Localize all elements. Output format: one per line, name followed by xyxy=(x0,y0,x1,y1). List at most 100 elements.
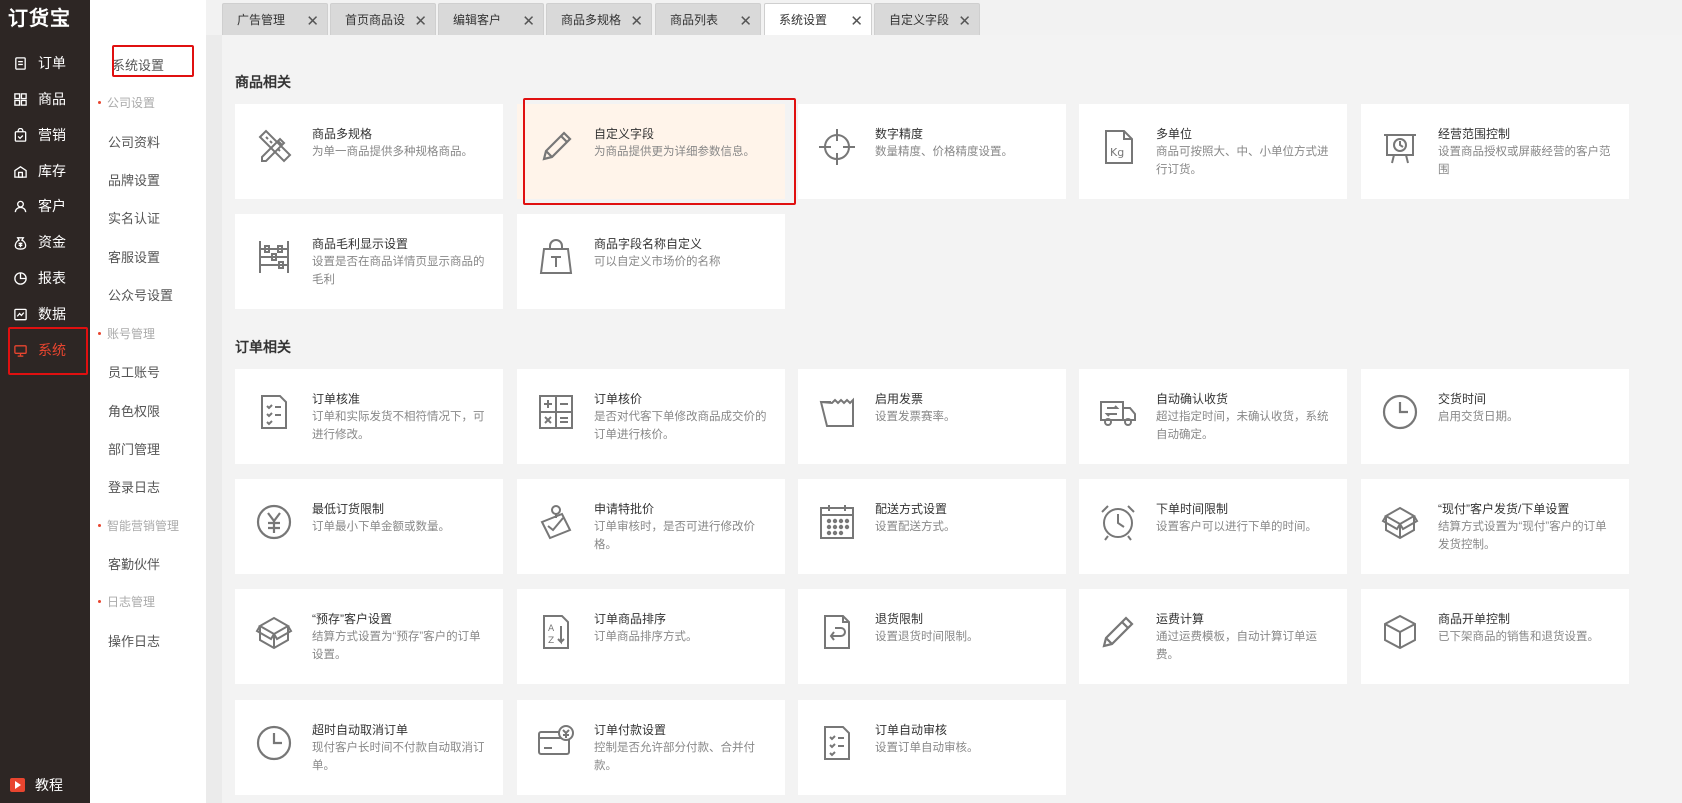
tab-goods-list[interactable]: 商品列表 ✕ xyxy=(655,3,761,35)
submenu-item-official-account[interactable]: 公众号设置 xyxy=(108,285,173,304)
nav-item-label: 订单 xyxy=(38,55,66,71)
submenu-item-operation-log[interactable]: 操作日志 xyxy=(108,631,160,650)
kg-file-icon: Kg xyxy=(1097,126,1139,168)
section-title-goods: 商品相关 xyxy=(235,74,291,90)
card-payment-settings[interactable]: 订单付款设置 控制是否允许部分付款、合并付款。 xyxy=(517,700,785,795)
card-multi-spec[interactable]: 商品多规格 为单一商品提供多种规格商品。 xyxy=(235,104,503,199)
card-delivery-method[interactable]: 配送方式设置 设置配送方式。 xyxy=(798,479,1066,574)
card-title: 退货限制 xyxy=(875,612,924,626)
app-root: 订货宝 订单 商品 营销 库存 客户 资金 报表 数据 系统 教程 系统设置 公… xyxy=(0,0,1682,803)
card-title: 启用发票 xyxy=(875,392,924,406)
card-order-approve[interactable]: 订单核准 订单和实际发货不相符情况下，可进行修改。 xyxy=(235,369,503,464)
close-icon[interactable]: ✕ xyxy=(630,12,643,30)
card-desc: 订单和实际发货不相符情况下，可进行修改。 xyxy=(312,411,485,441)
submenu-item-real-name[interactable]: 实名认证 xyxy=(108,208,160,227)
card-title: 订单付款设置 xyxy=(594,723,667,737)
card-cash-customer[interactable]: “现付”客户发货/下单设置 结算方式设置为“现付”客户的订单发货控制。 xyxy=(1361,479,1629,574)
card-goods-order-control[interactable]: 商品开单控制 已下架商品的销售和退货设置。 xyxy=(1361,589,1629,684)
card-desc: 可以自定义市场价的名称 xyxy=(594,256,721,268)
card-multi-unit[interactable]: Kg 多单位 商品可按照大、中、小单位方式进行订货。 xyxy=(1079,104,1347,199)
card-auto-review[interactable]: 订单自动审核 设置订单自动审核。 xyxy=(798,700,1066,795)
card-desc: 为商品提供更为详细参数信息。 xyxy=(594,146,755,158)
close-icon[interactable]: ✕ xyxy=(739,12,752,30)
nav-item-label: 客户 xyxy=(38,198,66,214)
tab-bar: 广告管理 ✕ 首页商品设置 ✕ 编辑客户 ✕ 商品多规格 ✕ 商品列表 ✕ 系统设置 ✕ 自… xyxy=(206,0,1682,35)
card-timeout-cancel[interactable]: 超时自动取消订单 现付客户长时间不付款自动取消订单。 xyxy=(235,700,503,795)
nav-item-label: 商品 xyxy=(38,91,66,107)
nav-item-label: 教程 xyxy=(35,777,63,793)
tab-home-goods[interactable]: 首页商品设置 ✕ xyxy=(330,3,436,35)
nav-item-label: 系统 xyxy=(38,342,66,358)
card-desc: 已下架商品的销售和退货设置。 xyxy=(1438,631,1599,643)
nav-item-order[interactable]: 订单 xyxy=(0,44,90,82)
clock-icon xyxy=(253,722,295,764)
card-desc: 订单商品排序方式。 xyxy=(594,631,698,643)
card-desc: 设置订单自动审核。 xyxy=(875,742,979,754)
svg-text:Z: Z xyxy=(548,636,554,646)
submenu-item-departments[interactable]: 部门管理 xyxy=(108,439,160,458)
submenu-item-staff[interactable]: 员工账号 xyxy=(108,362,160,381)
tab-ad-management[interactable]: 广告管理 ✕ xyxy=(222,3,328,35)
card-freight-calc[interactable]: 运费计算 通过运费模板，自动计算订单运费。 xyxy=(1079,589,1347,684)
nav-item-report[interactable]: 报表 xyxy=(0,259,90,297)
card-delivery-time[interactable]: 交货时间 启用交货日期。 xyxy=(1361,369,1629,464)
box-open-icon xyxy=(1379,501,1421,543)
submenu-group-title: 智能营销管理 xyxy=(98,517,179,534)
nav-item-funds[interactable]: 资金 xyxy=(0,223,90,261)
card-title: “预存”客户设置 xyxy=(312,612,392,626)
card-title: 超时自动取消订单 xyxy=(312,723,409,737)
card-invoice[interactable]: 启用发票 设置发票赛率。 xyxy=(798,369,1066,464)
brand-logo[interactable]: 订货宝 xyxy=(8,2,71,31)
cube-icon xyxy=(1379,611,1421,653)
card-auto-confirm[interactable]: 自动确认收货 超过指定时间，未确认收货，系统自动确定。 xyxy=(1079,369,1347,464)
nav-item-inventory[interactable]: 库存 xyxy=(0,152,90,190)
card-number-precision[interactable]: 数字精度 数量精度、价格精度设置。 xyxy=(798,104,1066,199)
checklist-file-icon xyxy=(253,391,295,433)
submenu-item-login-log[interactable]: 登录日志 xyxy=(108,477,160,496)
tab-system-settings[interactable]: 系统设置 ✕ xyxy=(764,3,872,35)
nav-item-marketing[interactable]: 营销 xyxy=(0,116,90,154)
tab-multi-spec[interactable]: 商品多规格 ✕ xyxy=(546,3,652,35)
card-order-time-limit[interactable]: 下单时间限制 设置客户可以进行下单的时间。 xyxy=(1079,479,1347,574)
card-field-name-custom[interactable]: 商品字段名称自定义 可以自定义市场价的名称 xyxy=(517,214,785,309)
card-title: 经营范围控制 xyxy=(1438,127,1511,141)
submenu-item-company-info[interactable]: 公司资料 xyxy=(108,132,160,151)
nav-item-label: 数据 xyxy=(38,306,66,322)
calendar-icon xyxy=(816,501,858,543)
card-custom-fields[interactable]: 自定义字段 为商品提供更为详细参数信息。 xyxy=(517,104,785,199)
close-icon[interactable]: ✕ xyxy=(850,12,863,30)
submenu-item-roles[interactable]: 角色权限 xyxy=(108,401,160,420)
nav-item-customer[interactable]: 客户 xyxy=(0,187,90,225)
card-title: 交货时间 xyxy=(1438,392,1487,406)
truck-icon xyxy=(1097,391,1139,433)
close-icon[interactable]: ✕ xyxy=(522,12,535,30)
card-order-pricing[interactable]: 订单核价 是否对代客下单修改商品成交价的订单进行核价。 xyxy=(517,369,785,464)
tab-edit-customer[interactable]: 编辑客户 ✕ xyxy=(438,3,544,35)
nav-item-goods[interactable]: 商品 xyxy=(0,80,90,118)
tab-custom-fields[interactable]: 自定义字段 ✕ xyxy=(874,3,980,35)
card-order-goods-sort[interactable]: AZ 订单商品排序 订单商品排序方式。 xyxy=(517,589,785,684)
card-desc: 订单审核时，是否可进行修改价格。 xyxy=(594,521,755,551)
submenu-item-customer-service[interactable]: 客服设置 xyxy=(108,247,160,266)
card-prepaid-customer[interactable]: “预存”客户设置 结算方式设置为“预存”客户的订单设置。 xyxy=(235,589,503,684)
card-title: 商品字段名称自定义 xyxy=(594,237,703,251)
close-icon[interactable]: ✕ xyxy=(414,12,427,30)
card-desc: 结算方式设置为“现付”客户的订单发货控制。 xyxy=(1438,521,1607,551)
card-title: “现付”客户发货/下单设置 xyxy=(1438,502,1570,516)
tab-label: 商品多规格 xyxy=(561,13,621,27)
submenu-item-partners[interactable]: 客勤伙伴 xyxy=(108,554,160,573)
nav-item-tutorial[interactable]: 教程 xyxy=(0,774,90,796)
nav-item-system[interactable]: 系统 xyxy=(0,327,90,375)
card-business-scope[interactable]: 经营范围控制 设置商品授权或屏蔽经营的客户范围 xyxy=(1361,104,1629,199)
card-gross-profit[interactable]: 商品毛利显示设置 设置是否在商品详情页显示商品的毛利 xyxy=(235,214,503,309)
card-return-limit[interactable]: 退货限制 设置退货时间限制。 xyxy=(798,589,1066,684)
svg-text:Kg: Kg xyxy=(1110,146,1124,159)
card-special-price[interactable]: 申请特批价 订单审核时，是否可进行修改价格。 xyxy=(517,479,785,574)
close-icon[interactable]: ✕ xyxy=(958,12,971,30)
return-file-icon xyxy=(816,611,858,653)
card-min-order[interactable]: 最低订货限制 订单最小下单金额或数量。 xyxy=(235,479,503,574)
card-title: 运费计算 xyxy=(1156,612,1205,626)
submenu-item-brand[interactable]: 品牌设置 xyxy=(108,170,160,189)
close-icon[interactable]: ✕ xyxy=(306,12,319,30)
card-title: 订单核准 xyxy=(312,392,361,406)
